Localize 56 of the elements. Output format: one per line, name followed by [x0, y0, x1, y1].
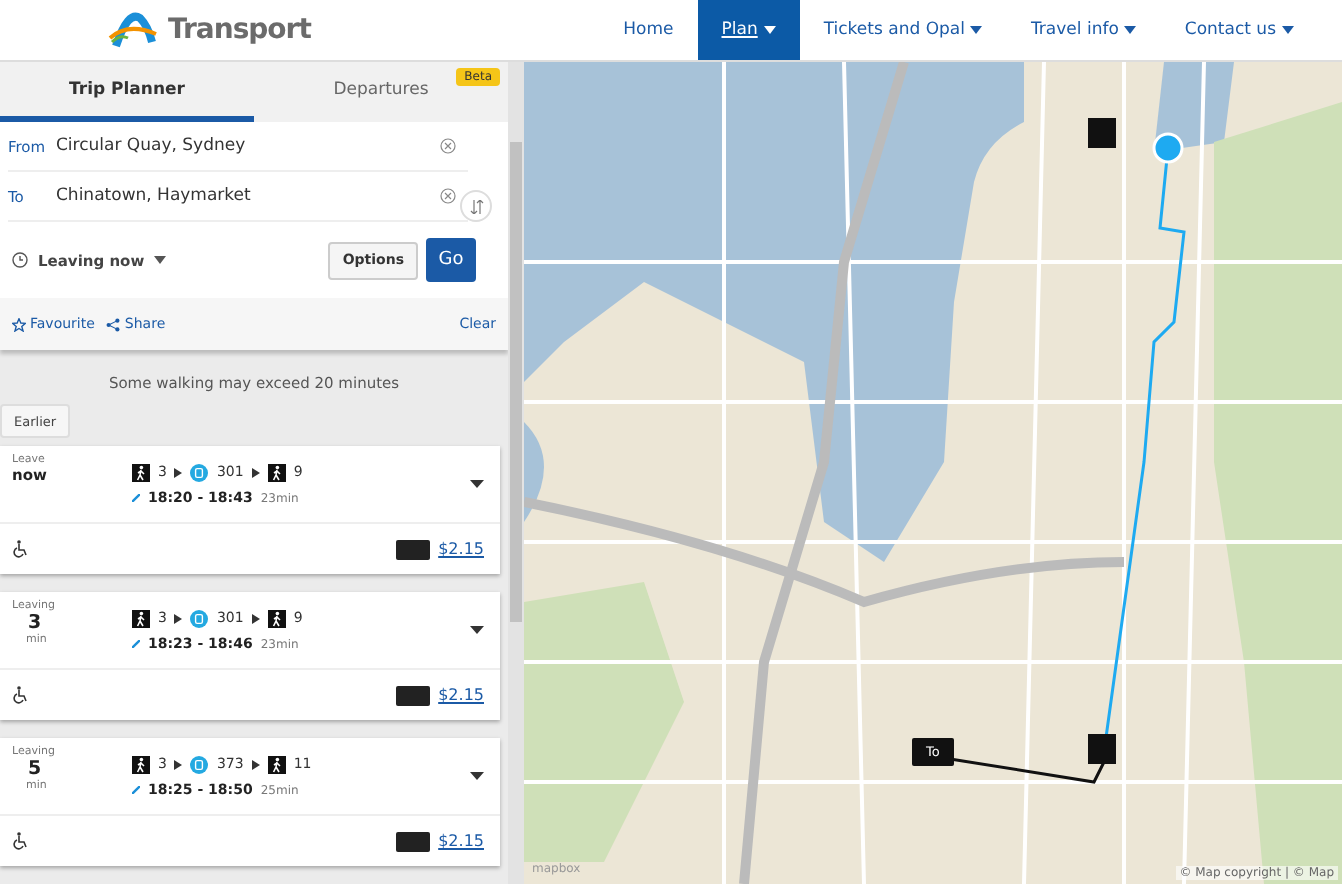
walking-person-icon	[267, 755, 286, 773]
star-icon	[12, 317, 26, 331]
arrow-icon	[251, 467, 260, 477]
arrow-icon	[174, 759, 183, 769]
bus-icon	[190, 609, 209, 627]
destination-field[interactable]: Chinatown, Haymarket	[56, 186, 428, 206]
origin-field[interactable]: Circular Quay, Sydney	[56, 136, 428, 156]
go-button[interactable]: Go	[426, 238, 476, 282]
scrollbar-thumb[interactable]	[510, 142, 522, 622]
wheelchair-icon	[12, 832, 30, 850]
map-drawing[interactable]	[524, 62, 1342, 884]
card-icon	[396, 539, 431, 559]
fare-link[interactable]: $2.15	[438, 686, 484, 704]
nav-link[interactable]: Travel info	[1006, 0, 1161, 60]
arrow-icon	[174, 613, 183, 623]
leave-time: 3	[28, 612, 42, 634]
realtime-icon	[132, 493, 140, 501]
leave-time: 5	[28, 758, 42, 780]
expand-caret-icon[interactable]	[470, 626, 484, 634]
clear-icon[interactable]	[440, 188, 456, 204]
arrow-icon	[251, 759, 260, 769]
nav-link[interactable]: Contact us	[1160, 0, 1318, 60]
scrollbar[interactable]	[508, 62, 524, 884]
card-icon	[396, 831, 431, 851]
expand-caret-icon[interactable]	[470, 772, 484, 780]
arrow-icon	[251, 613, 260, 623]
card-icon	[396, 685, 431, 705]
bus-icon	[190, 463, 209, 481]
arrow-icon	[174, 467, 183, 477]
swap-button[interactable]	[460, 190, 492, 222]
walking-person-icon	[267, 463, 286, 481]
caret-icon	[970, 26, 983, 34]
walking-person-icon	[267, 609, 286, 627]
clock-icon	[12, 252, 28, 268]
clear-icon[interactable]	[440, 138, 456, 154]
walking-person-icon	[132, 755, 150, 773]
nav-link[interactable]: Plan	[697, 0, 800, 60]
expand-caret-icon[interactable]	[470, 480, 484, 488]
logo-text: Transport	[168, 14, 311, 46]
fare-link[interactable]: $2.15	[438, 832, 484, 850]
share-icon	[106, 317, 121, 331]
wheelchair-icon	[12, 540, 30, 558]
bus-icon	[190, 755, 209, 773]
wheelchair-icon	[12, 686, 30, 704]
nav-link[interactable]: Home	[599, 0, 698, 60]
caret-icon	[1124, 26, 1137, 34]
caret-icon	[154, 256, 167, 264]
realtime-icon	[132, 785, 140, 793]
swap-arrows-icon	[469, 199, 483, 213]
caret-icon	[1282, 26, 1294, 34]
realtime-icon	[132, 639, 140, 647]
fare-link[interactable]: $2.15	[438, 540, 484, 558]
walking-person-icon	[132, 609, 150, 627]
walking-person-icon	[132, 463, 150, 481]
nav-link[interactable]: Tickets and Opal	[799, 0, 1007, 60]
caret-icon	[763, 26, 776, 34]
